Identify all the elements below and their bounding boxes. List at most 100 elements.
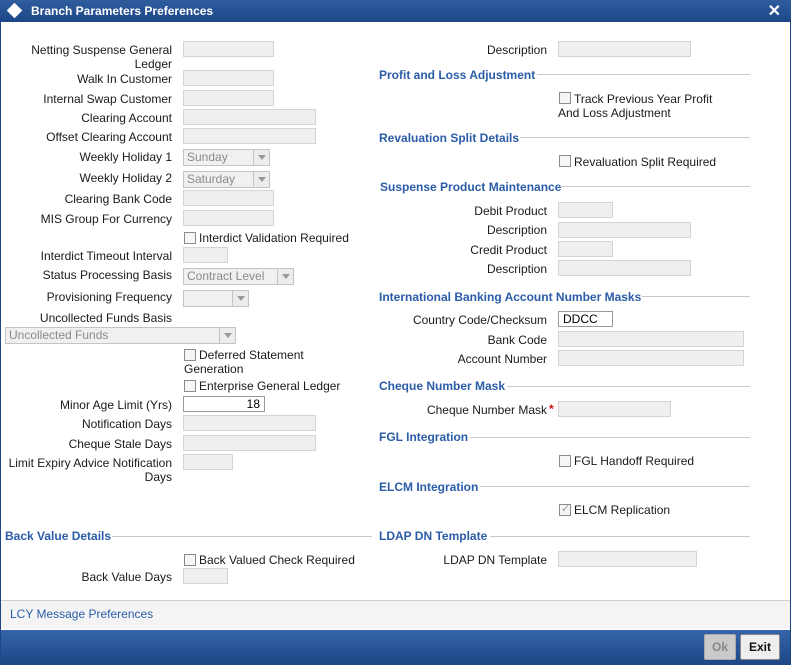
weekly-holiday-2-select[interactable]: Saturday [183, 171, 270, 188]
clearing-account-field[interactable] [183, 109, 316, 125]
status-processing-value: Contract Level [187, 269, 265, 283]
divider [520, 137, 750, 138]
exit-button[interactable]: Exit [740, 634, 780, 660]
fgl-handoff-label: FGL Handoff Required [574, 454, 695, 468]
provisioning-frequency-label: Provisioning Frequency [46, 290, 172, 304]
debit-product-field[interactable] [558, 202, 613, 218]
divider [537, 74, 750, 75]
revaluation-split-label: Revaluation Split Required [574, 155, 717, 169]
limit-expiry-field[interactable] [183, 454, 233, 470]
divider [642, 296, 750, 297]
back-valued-check-label: Back Valued Check Required [199, 553, 355, 567]
back-value-header: Back Value Details [5, 529, 112, 543]
credit-description-label: Description [486, 262, 547, 276]
chevron-down-icon [253, 150, 269, 165]
account-number-field[interactable] [558, 350, 744, 366]
debit-description-label: Description [486, 223, 547, 237]
enterprise-gl-checkbox[interactable] [184, 380, 196, 392]
iban-header: International Banking Account Number Mas… [379, 290, 642, 304]
pnl-header: Profit and Loss Adjustment [379, 68, 536, 82]
description-field[interactable] [558, 41, 691, 57]
notification-days-label: Notification Days [81, 417, 172, 431]
fgl-handoff-checkbox[interactable] [559, 455, 571, 467]
chevron-down-icon [253, 172, 269, 187]
track-pnl-label: Track Previous Year Profit And Loss Adju… [558, 92, 713, 120]
credit-product-field[interactable] [558, 241, 613, 257]
clearing-bank-code-label: Clearing Bank Code [64, 192, 172, 206]
ldap-header: LDAP DN Template [379, 529, 488, 543]
chevron-down-icon [277, 269, 293, 284]
chevron-down-icon [219, 328, 235, 343]
cheque-mask-header: Cheque Number Mask [379, 379, 506, 393]
divider [507, 386, 750, 387]
minor-age-field[interactable]: 18 [183, 396, 265, 412]
interdict-validation-checkbox[interactable] [184, 232, 196, 244]
country-code-label: Country Code/Checksum [412, 313, 547, 327]
netting-suspense-field[interactable] [183, 41, 274, 57]
bank-code-label: Bank Code [487, 333, 547, 347]
fgl-header: FGL Integration [379, 430, 469, 444]
bottom-bar [1, 630, 790, 664]
bank-code-field[interactable] [558, 331, 744, 347]
internal-swap-field[interactable] [183, 90, 274, 106]
description-label: Description [486, 43, 547, 57]
account-number-label: Account Number [457, 352, 547, 366]
internal-swap-label: Internal Swap Customer [43, 92, 172, 106]
window-title: Branch Parameters Preferences [31, 4, 214, 18]
ldap-template-label: LDAP DN Template [443, 553, 547, 567]
divider [490, 536, 750, 537]
clearing-account-label: Clearing Account [81, 111, 172, 125]
revaluation-header: Revaluation Split Details [379, 131, 520, 145]
elcm-replication-label: ELCM Replication [574, 503, 671, 517]
weekly-holiday-1-value: Sunday [187, 150, 228, 164]
close-icon[interactable]: ✕ [768, 1, 781, 21]
cheque-mask-label: Cheque Number Mask [426, 403, 547, 417]
mis-group-label: MIS Group For Currency [40, 212, 172, 226]
divider [560, 186, 750, 187]
weekly-holiday-1-select[interactable]: Sunday [183, 149, 270, 166]
country-code-field[interactable]: DDCC [558, 311, 613, 327]
uncollected-funds-value: Uncollected Funds [9, 328, 109, 342]
walk-in-customer-field[interactable] [183, 70, 274, 86]
chevron-down-icon [232, 291, 248, 306]
notification-days-field[interactable] [183, 415, 316, 431]
lcy-message-preferences-link[interactable]: LCY Message Preferences [10, 607, 153, 621]
revaluation-split-checkbox[interactable] [559, 155, 571, 167]
debit-product-label: Debit Product [474, 204, 547, 218]
enterprise-gl-label: Enterprise General Ledger [199, 379, 341, 393]
weekly-holiday-2-value: Saturday [187, 172, 236, 186]
offset-clearing-label: Offset Clearing Account [46, 130, 172, 144]
back-value-days-label: Back Value Days [81, 570, 173, 584]
ldap-template-field[interactable] [558, 551, 697, 567]
ok-button[interactable]: Ok [704, 634, 736, 660]
clearing-bank-code-field[interactable] [183, 190, 274, 206]
back-valued-check-checkbox[interactable] [184, 554, 196, 566]
interdict-timeout-field[interactable] [183, 247, 228, 263]
interdict-timeout-label: Interdict Timeout Interval [40, 249, 172, 263]
diamond-icon [6, 2, 23, 19]
status-processing-label: Status Processing Basis [42, 268, 172, 282]
divider [112, 536, 372, 537]
back-value-days-field[interactable] [183, 568, 228, 584]
credit-description-field[interactable] [558, 260, 691, 276]
cheque-stale-label: Cheque Stale Days [68, 437, 172, 451]
credit-product-label: Credit Product [470, 243, 547, 257]
uncollected-funds-label: Uncollected Funds Basis [39, 311, 172, 325]
title-bar: Branch Parameters Preferences ✕ [0, 0, 791, 22]
cheque-stale-field[interactable] [183, 435, 316, 451]
offset-clearing-field[interactable] [183, 128, 316, 144]
required-marker: * [549, 402, 554, 416]
elcm-replication-checkbox[interactable] [559, 502, 571, 516]
minor-age-label: Minor Age Limit (Yrs) [59, 398, 172, 412]
suspense-header: Suspense Product Maintenance [380, 180, 562, 194]
weekly-holiday-2-label: Weekly Holiday 2 [79, 171, 172, 185]
elcm-header: ELCM Integration [379, 480, 479, 494]
uncollected-funds-select[interactable]: Uncollected Funds [5, 327, 236, 344]
mis-group-field[interactable] [183, 210, 274, 226]
cheque-mask-field[interactable] [558, 401, 671, 417]
provisioning-frequency-select[interactable] [183, 290, 249, 307]
status-processing-select[interactable]: Contract Level [183, 268, 294, 285]
walk-in-customer-label: Walk In Customer [77, 72, 172, 86]
limit-expiry-label: Limit Expiry Advice Notification Days [8, 456, 172, 484]
debit-description-field[interactable] [558, 222, 691, 238]
